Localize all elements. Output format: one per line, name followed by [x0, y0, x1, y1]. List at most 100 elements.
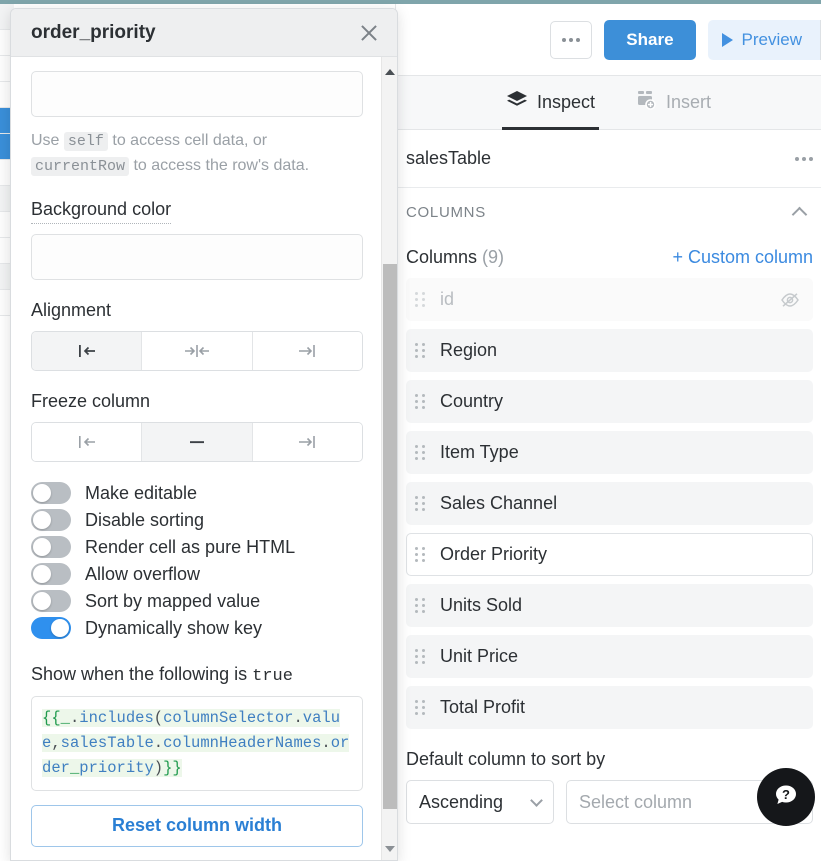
panel-toolbar: Share Preview [396, 4, 821, 76]
column-name: Units Sold [440, 595, 523, 615]
drag-handle-icon[interactable] [415, 546, 426, 563]
preview-button[interactable]: Preview [707, 19, 820, 60]
column-list-item[interactable]: Unit Price [406, 635, 813, 678]
tab-insert[interactable]: Insert [631, 76, 715, 130]
show-when-value: true [252, 666, 293, 686]
drag-handle-icon[interactable] [415, 699, 426, 716]
toggle-switch[interactable] [31, 536, 71, 559]
freeze-right-button[interactable] [252, 422, 362, 461]
svg-text:?: ? [782, 786, 790, 801]
setting-toggle-row[interactable]: Allow overflow [31, 561, 363, 588]
reset-column-width-button[interactable]: Reset column width [31, 804, 363, 847]
column-list-item[interactable]: Country [406, 380, 813, 423]
more-options-button[interactable] [550, 20, 593, 59]
setting-toggle-row[interactable]: Make editable [31, 480, 363, 507]
dialog-scrollbar[interactable] [381, 57, 397, 860]
columns-list: id Region Country Item Type Sales Channel Ord… [396, 278, 821, 729]
drag-handle-icon[interactable] [415, 291, 426, 308]
component-menu-button[interactable] [795, 156, 813, 161]
layers-icon [506, 90, 528, 115]
toggles-list: Make editable Disable sorting Render cell … [31, 480, 363, 642]
dialog-header: order_priority [11, 9, 397, 57]
column-list-item[interactable]: id [406, 278, 813, 321]
column-name: Country [440, 391, 504, 411]
setting-toggle-row[interactable]: Sort by mapped value [31, 588, 363, 615]
column-list-item[interactable]: Region [406, 329, 813, 372]
toggle-switch[interactable] [31, 617, 71, 640]
align-left-button[interactable] [32, 331, 143, 370]
drag-handle-icon[interactable] [415, 495, 426, 512]
toggle-label: Sort by mapped value [85, 590, 261, 611]
toggle-label: Allow overflow [85, 563, 201, 584]
play-icon [721, 32, 733, 47]
share-button[interactable]: Share [604, 19, 696, 60]
show-when-label: Show when the following is true [31, 664, 363, 686]
drag-handle-icon[interactable] [415, 393, 426, 410]
background-color-label: Background color [31, 199, 172, 224]
column-name: Sales Channel [440, 493, 558, 513]
chevron-up-icon [791, 206, 808, 222]
help-button[interactable]: ? [757, 768, 815, 826]
background-color-input[interactable] [31, 233, 363, 280]
toggle-switch[interactable] [31, 509, 71, 532]
column-list-item[interactable]: Sales Channel [406, 482, 813, 525]
sort-direction-value: Ascending [419, 791, 504, 812]
drag-handle-icon[interactable] [415, 597, 426, 614]
add-custom-column-button[interactable]: + Custom column [672, 247, 813, 268]
columns-section-header[interactable]: COLUMNS [396, 188, 821, 236]
columns-section-label: COLUMNS [406, 203, 486, 221]
helper-code-currentrow: currentRow [31, 156, 130, 176]
value-input[interactable] [31, 71, 363, 117]
column-list-item[interactable]: Units Sold [406, 584, 813, 627]
column-settings-dialog: order_priority Use self to access cell d… [10, 8, 398, 861]
columns-label: Columns [406, 246, 478, 267]
sort-column-value: Select column [579, 791, 693, 812]
toggle-label: Render cell as pure HTML [85, 536, 296, 557]
helper-text: Use self to access cell data, or current… [31, 129, 363, 179]
ellipsis-icon [562, 37, 581, 42]
toggle-switch[interactable] [31, 563, 71, 586]
align-center-button[interactable] [142, 331, 253, 370]
setting-toggle-row[interactable]: Disable sorting [31, 507, 363, 534]
column-name: id [440, 289, 455, 309]
helper-prefix: Use [31, 132, 60, 149]
toggle-switch[interactable] [31, 482, 71, 505]
show-when-prefix: Show when the following is [31, 663, 248, 684]
drag-handle-icon[interactable] [415, 444, 426, 461]
column-list-item[interactable]: Item Type [406, 431, 813, 474]
columns-count: (9) [482, 246, 505, 267]
preview-label: Preview [741, 29, 802, 49]
chevron-down-icon [530, 793, 543, 807]
alignment-segmented-control [31, 330, 363, 371]
tab-inspect[interactable]: Inspect [501, 76, 600, 130]
column-list-item[interactable]: Order Priority [406, 533, 813, 576]
setting-toggle-row[interactable]: Dynamically show key [31, 615, 363, 642]
drag-handle-icon[interactable] [415, 342, 426, 359]
column-list-item[interactable]: Total Profit [406, 686, 813, 729]
setting-toggle-row[interactable]: Render cell as pure HTML [31, 534, 363, 561]
toggle-label: Disable sorting [85, 509, 205, 530]
column-name: Total Profit [440, 697, 526, 717]
freeze-left-button[interactable] [32, 422, 143, 461]
align-right-button[interactable] [252, 331, 362, 370]
app-root: Share Preview Inspect Insert salesTable … [0, 0, 821, 861]
toggle-switch[interactable] [31, 590, 71, 613]
helper-suffix: to access the row's data. [133, 156, 310, 174]
sort-direction-select[interactable]: Ascending [406, 780, 554, 824]
component-title-row: salesTable [396, 130, 821, 188]
freeze-none-button[interactable] [142, 422, 253, 461]
scroll-up-arrow-icon[interactable] [385, 69, 395, 75]
column-name: Region [440, 340, 498, 360]
default-sort-label: Default column to sort by [406, 749, 606, 769]
tab-inspect-label: Inspect [536, 92, 595, 112]
scroll-down-arrow-icon[interactable] [385, 846, 395, 852]
show-when-expression-editor[interactable]: {{_.includes(columnSelector.value,salesT… [31, 695, 363, 791]
add-component-icon [635, 90, 657, 115]
close-icon[interactable] [357, 21, 381, 45]
helper-mid: to access cell data, or [112, 132, 268, 149]
eye-off-icon[interactable] [780, 292, 800, 308]
inspector-panel: Share Preview Inspect Insert salesTable … [395, 4, 821, 861]
drag-handle-icon[interactable] [415, 648, 426, 665]
scrollbar-thumb[interactable] [383, 264, 397, 809]
freeze-segmented-control [31, 421, 363, 462]
